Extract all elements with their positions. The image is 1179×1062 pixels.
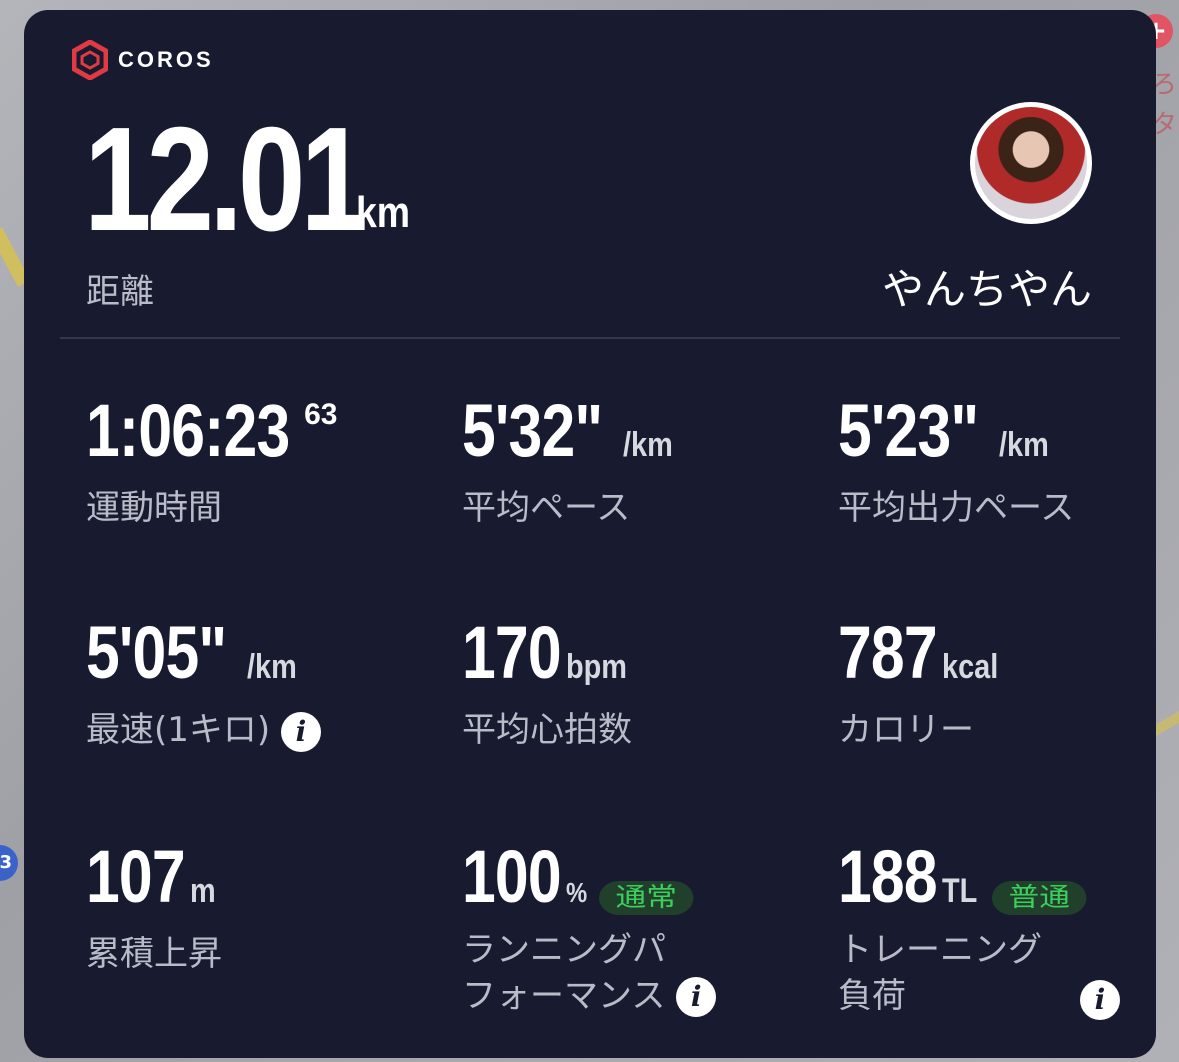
status-badge: 普通 — [992, 880, 1087, 915]
stat-unit: % — [566, 877, 588, 908]
info-icon[interactable]: i — [1080, 980, 1120, 1020]
stat-value: 5'32" — [462, 389, 603, 472]
avatar-photo — [975, 107, 1087, 219]
stat-value: 170 — [462, 611, 562, 694]
activity-summary-card: COROS 12.01 km 距離 やんちやん 1:06:23 63 運動時間 5… — [24, 10, 1156, 1058]
stat-unit: m — [190, 872, 217, 910]
info-icon[interactable]: i — [280, 711, 321, 752]
stat-fastest-km: 5'05"/km 最速(1キロ) i — [86, 616, 321, 752]
stat-value: 1:06:23 — [86, 389, 290, 472]
distance-value: 12.01 — [84, 97, 368, 262]
stat-label: カロリー — [838, 710, 974, 750]
coros-logo-icon — [72, 40, 108, 80]
stat-unit: /km — [999, 426, 1049, 464]
stat-value-hundredths: 63 — [304, 398, 338, 431]
stat-training-load: 188 TL 普通 トレーニング 負荷 — [838, 835, 1087, 1019]
stat-label: 平均心拍数 — [462, 710, 632, 750]
stat-unit: /km — [623, 426, 673, 464]
distance-label: 距離 — [86, 272, 154, 312]
stat-label: 最速(1キロ) — [86, 710, 271, 750]
stat-label: 平均出力ペース — [838, 488, 1075, 528]
stat-value: 5'23" — [838, 389, 979, 472]
user-name: やんちやん — [881, 265, 1092, 314]
info-icon[interactable]: i — [676, 977, 717, 1017]
avatar[interactable] — [970, 102, 1092, 224]
distance-unit: km — [356, 188, 411, 237]
stat-label: 累積上昇 — [86, 934, 222, 974]
stat-value: 100 — [462, 835, 562, 918]
stat-duration: 1:06:23 63 運動時間 — [86, 394, 375, 530]
stat-avg-heart-rate: 170 bpm 平均心拍数 — [462, 616, 638, 752]
stat-label: 運動時間 — [86, 488, 222, 528]
stat-label: 平均ペース — [462, 488, 631, 528]
stat-unit: TL — [942, 872, 978, 910]
divider — [60, 337, 1120, 339]
stat-unit: kcal — [942, 648, 999, 686]
stat-calories: 787 kcal カロリー — [838, 616, 1009, 752]
stat-label: 負荷 — [838, 975, 906, 1016]
stat-value: 5'05" — [86, 611, 227, 694]
brand-name: COROS — [118, 47, 214, 72]
coros-logo: COROS — [72, 40, 214, 80]
stat-value: 107 — [86, 835, 186, 918]
stat-avg-pace: 5'32"/km 平均ペース — [462, 394, 682, 530]
stat-elevation-gain: 107 m 累積上昇 — [86, 840, 222, 976]
status-badge: 通常 — [599, 880, 694, 915]
stat-value: 188 — [838, 835, 938, 918]
stat-running-performance: 100% 通常 ランニングパ フォーマンス i — [462, 835, 717, 1019]
stat-unit: /km — [247, 648, 297, 686]
stat-label: フォーマンス — [462, 975, 666, 1016]
stat-label: ランニングパ — [462, 929, 666, 970]
stat-value: 787 — [838, 611, 938, 694]
stat-avg-power-pace: 5'23"/km 平均出力ペース — [838, 394, 1074, 530]
stat-label: トレーニング — [838, 929, 1042, 970]
stat-unit: bpm — [566, 648, 628, 686]
